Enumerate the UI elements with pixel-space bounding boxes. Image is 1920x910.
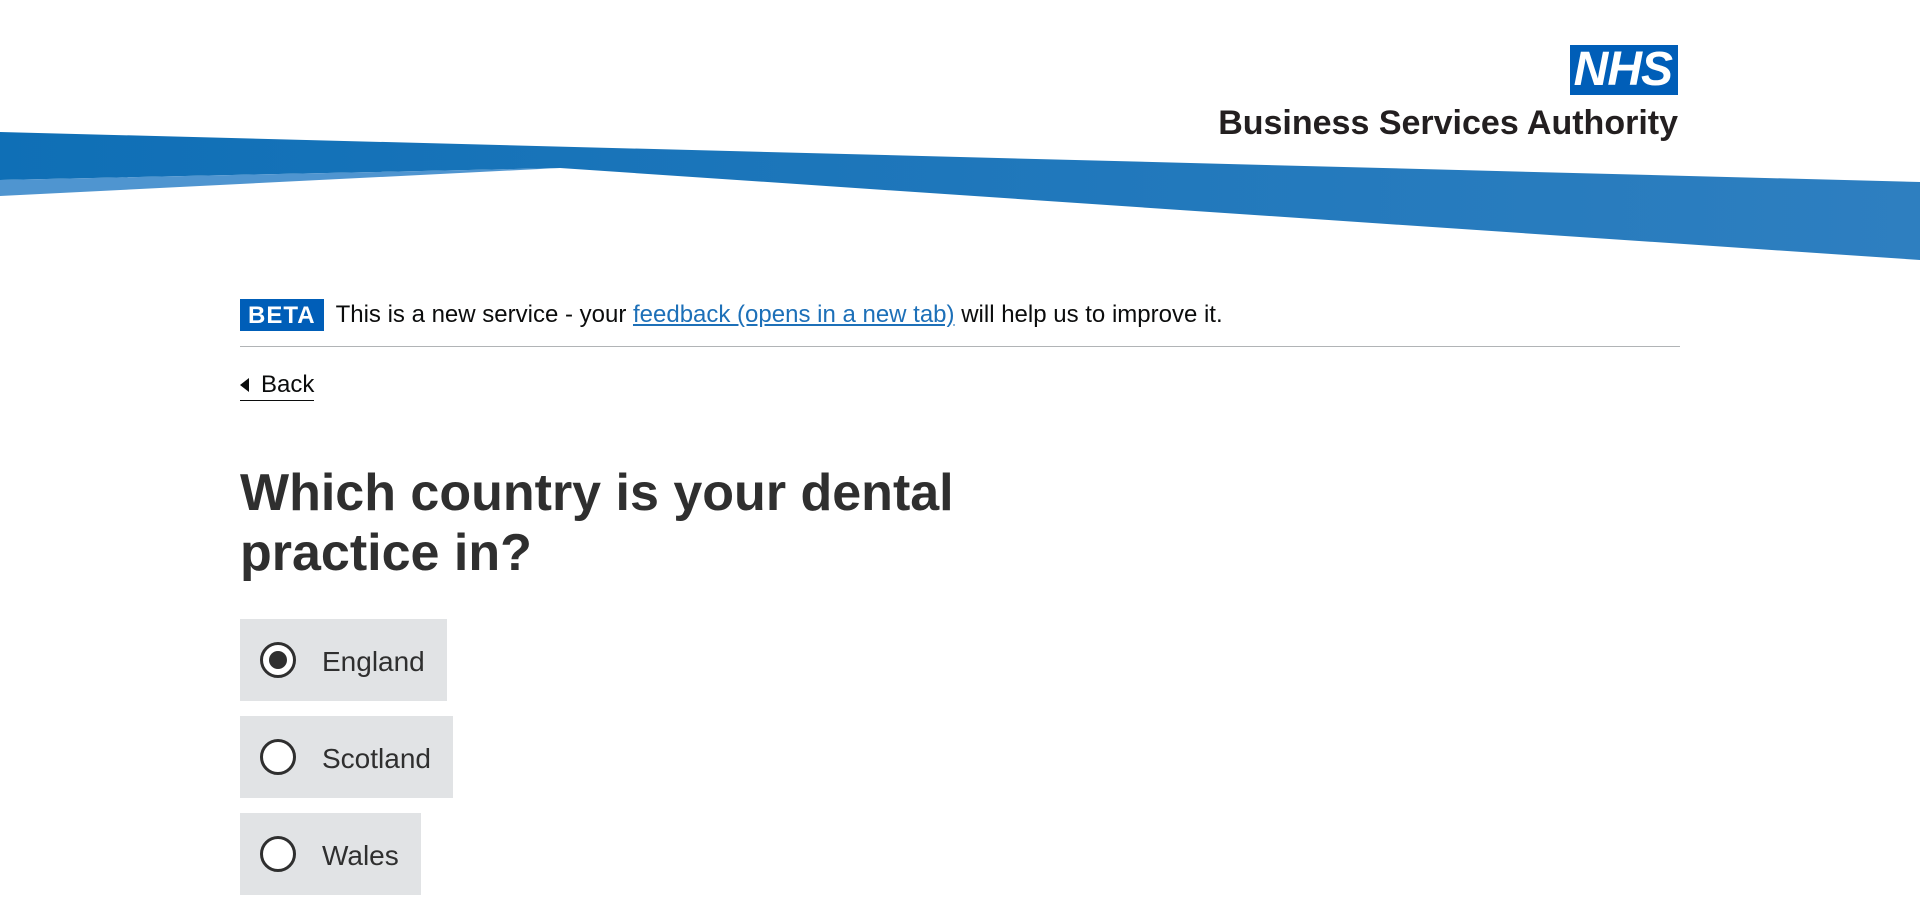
phase-banner: BETA This is a new service - your feedba…	[240, 299, 1680, 347]
phase-text-before: This is a new service - your	[335, 301, 633, 328]
radio-label-england: England	[322, 646, 425, 677]
radio-label-scotland: Scotland	[322, 743, 431, 774]
radio-label-wales: Wales	[322, 840, 399, 871]
radio-option-england[interactable]: England	[240, 619, 447, 701]
phase-tag: BETA	[240, 299, 324, 331]
country-radio-group: England Scotland Wales	[240, 619, 1680, 895]
back-link-label: Back	[261, 371, 315, 398]
radio-option-wales[interactable]: Wales	[240, 813, 421, 895]
main-content: BETA This is a new service - your feedba…	[240, 299, 1680, 910]
nhs-logo: NHS	[1569, 45, 1678, 95]
page-title: Which country is your dental practice in…	[240, 464, 954, 582]
org-name: Business Services Authority	[1218, 104, 1678, 142]
radio-button-england[interactable]	[260, 642, 296, 678]
chevron-left-icon	[240, 378, 249, 392]
feedback-link[interactable]: feedback (opens in a new tab)	[633, 301, 955, 328]
phase-banner-text: This is a new service - your feedback (o…	[336, 301, 1223, 329]
back-link[interactable]: Back	[240, 371, 315, 401]
nhsbsa-logo-link[interactable]: NHS Business Services Authority	[1218, 45, 1678, 143]
radio-option-scotland[interactable]: Scotland	[240, 716, 453, 798]
radio-button-wales[interactable]	[260, 836, 296, 872]
radio-button-scotland[interactable]	[260, 739, 296, 775]
site-header: NHS Business Services Authority	[0, 0, 1920, 270]
phase-text-after: will help us to improve it.	[954, 301, 1223, 328]
